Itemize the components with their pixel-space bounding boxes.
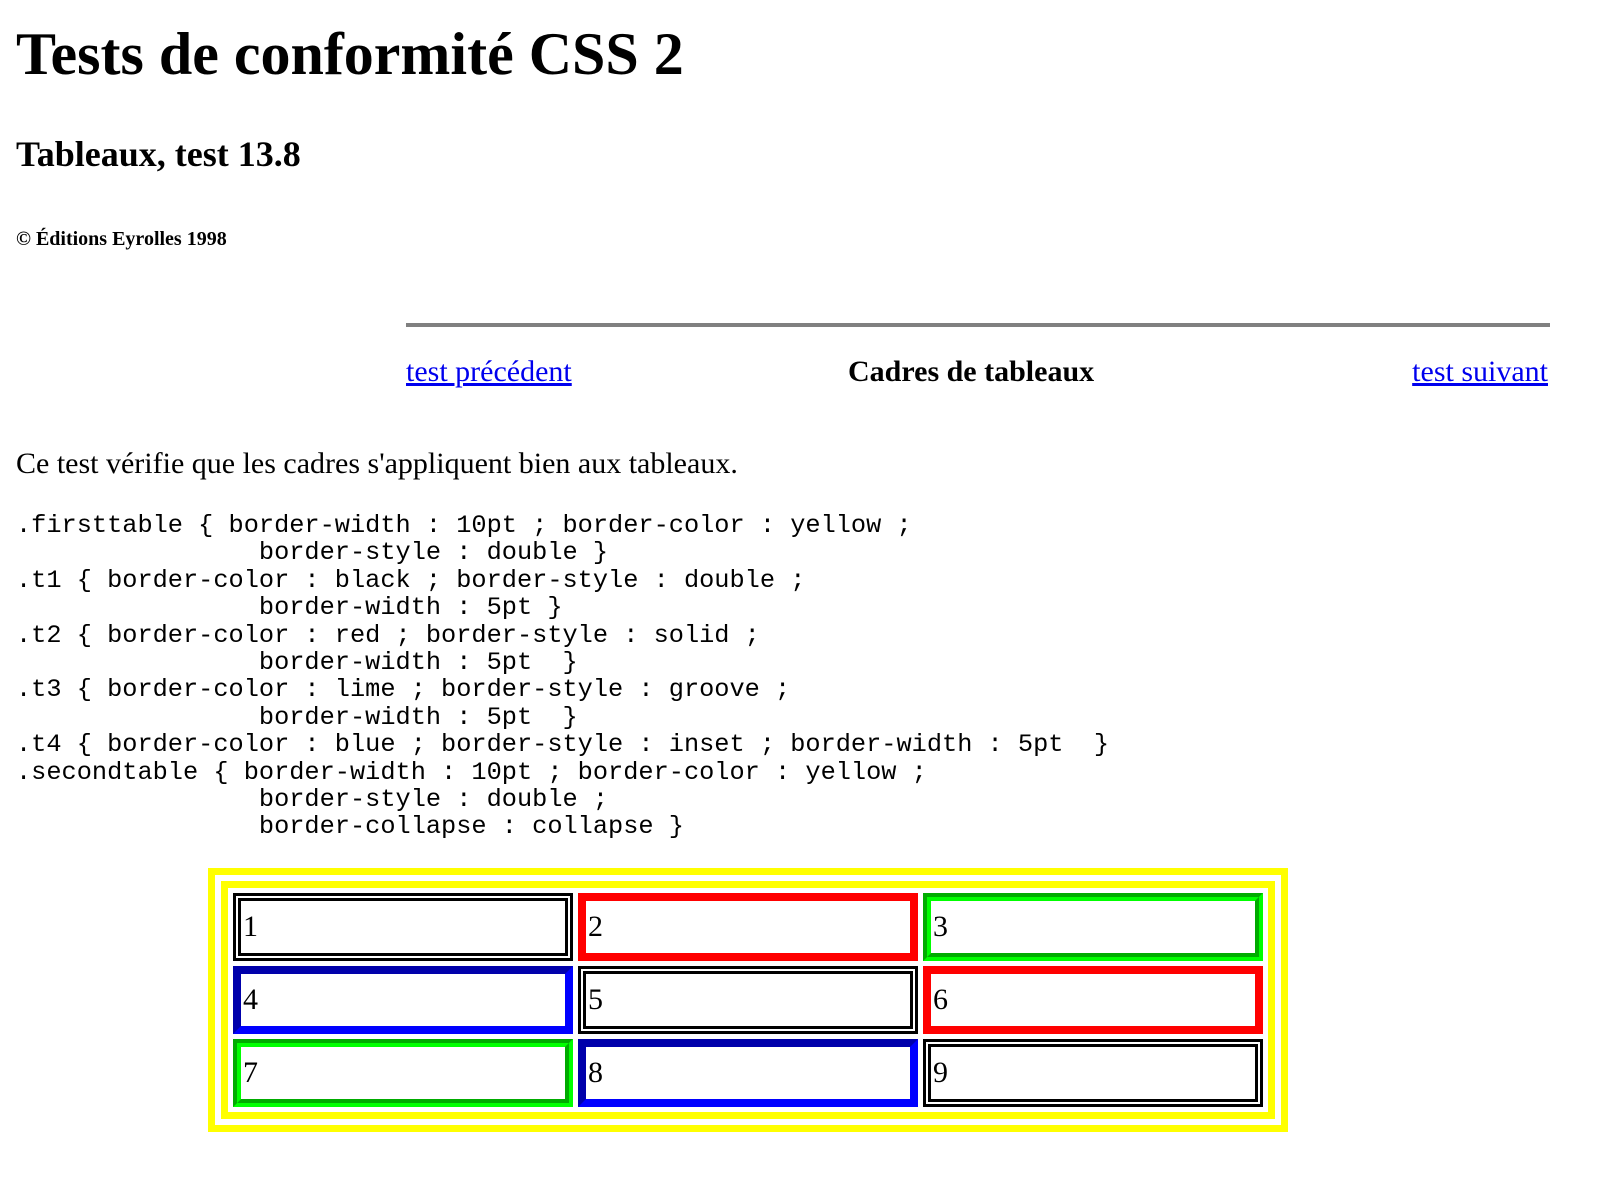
page-title: Tests de conformité CSS 2 — [16, 21, 684, 87]
css-code-block: .firsttable { border-width : 10pt ; bord… — [16, 512, 1109, 841]
code-line: .t3 { border-color : lime ; border-style… — [16, 675, 791, 705]
code-line: .t4 { border-color : blue ; border-style… — [16, 730, 1110, 760]
previous-test-link[interactable]: test précédent — [406, 352, 572, 392]
copyright-notice: © Éditions Eyrolles 1998 — [16, 228, 227, 250]
table-cell: 3 — [923, 893, 1263, 961]
code-line: .t2 { border-color : red ; border-style … — [16, 620, 760, 650]
code-line: border-width : 5pt } — [16, 593, 563, 623]
table-cell: 4 — [233, 966, 573, 1034]
table-cell: 7 — [233, 1039, 573, 1107]
table-cell: 9 — [923, 1039, 1263, 1107]
code-line: .secondtable { border-width : 10pt ; bor… — [16, 757, 927, 787]
table-row: 7 8 9 — [233, 1039, 1263, 1107]
bordered-test-table: 1 2 3 4 5 6 7 8 9 — [208, 868, 1288, 1132]
page-subtitle: Tableaux, test 13.8 — [16, 134, 301, 174]
next-test-link[interactable]: test suivant — [1412, 352, 1548, 392]
horizontal-rule — [406, 323, 1550, 327]
code-line: .firsttable { border-width : 10pt ; bord… — [16, 511, 912, 540]
table-cell: 5 — [578, 966, 918, 1034]
table-cell: 8 — [578, 1039, 918, 1107]
table-container: 1 2 3 4 5 6 7 8 9 — [208, 868, 1288, 1132]
table-cell: 6 — [923, 966, 1263, 1034]
table-row: 4 5 6 — [233, 966, 1263, 1034]
code-line: border-width : 5pt } — [16, 648, 578, 678]
table-row: 1 2 3 — [233, 893, 1263, 961]
intro-text: Ce test vérifie que les cadres s'appliqu… — [16, 447, 738, 480]
code-line: border-style : double ; — [16, 785, 609, 815]
test-navigation: test précédent Cadres de tableaux test s… — [406, 352, 1548, 392]
table-cell: 1 — [233, 893, 573, 961]
code-line: border-collapse : collapse } — [16, 812, 684, 842]
code-line: .t1 { border-color : black ; border-styl… — [16, 565, 806, 595]
code-line: border-width : 5pt } — [16, 702, 578, 732]
section-title: Cadres de tableaux — [848, 355, 1095, 388]
table-cell: 2 — [578, 893, 918, 961]
code-line: border-style : double } — [16, 538, 609, 568]
